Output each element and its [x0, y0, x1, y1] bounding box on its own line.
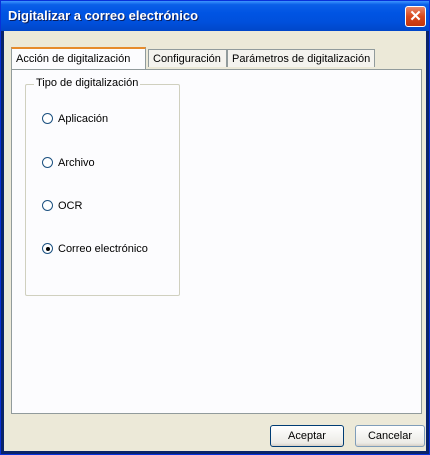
- radio-file-label: Archivo: [58, 157, 95, 169]
- close-button[interactable]: ✕: [405, 6, 426, 27]
- title-bar[interactable]: Digitalizar a correo electrónico ✕: [1, 1, 429, 31]
- tab-panel: Tipo de digitalización Aplicación Archiv…: [11, 69, 422, 414]
- cancel-button[interactable]: Cancelar: [355, 425, 425, 447]
- scan-type-group-label: Tipo de digitalización: [34, 77, 141, 89]
- scan-type-group: Tipo de digitalización Aplicación Archiv…: [25, 77, 180, 296]
- close-icon: ✕: [409, 8, 422, 25]
- tab-scan-parameters[interactable]: Parámetros de digitalización: [227, 49, 375, 67]
- window-title: Digitalizar a correo electrónico: [8, 8, 199, 23]
- radio-unchecked-icon: [42, 113, 53, 124]
- tab-scan-action[interactable]: Acción de digitalización: [11, 47, 146, 69]
- radio-ocr-label: OCR: [58, 200, 83, 212]
- radio-checked-icon: [42, 243, 53, 254]
- accept-button[interactable]: Aceptar: [270, 425, 344, 447]
- tab-configuration[interactable]: Configuración: [148, 49, 227, 67]
- radio-email-label: Correo electrónico: [58, 243, 148, 255]
- dialog-window: Digitalizar a correo electrónico ✕ Acció…: [0, 0, 430, 455]
- radio-application-label: Aplicación: [58, 113, 109, 125]
- radio-unchecked-icon: [42, 200, 53, 211]
- dialog-body: Acción de digitalización Configuración P…: [4, 31, 426, 451]
- radio-unchecked-icon: [42, 157, 53, 168]
